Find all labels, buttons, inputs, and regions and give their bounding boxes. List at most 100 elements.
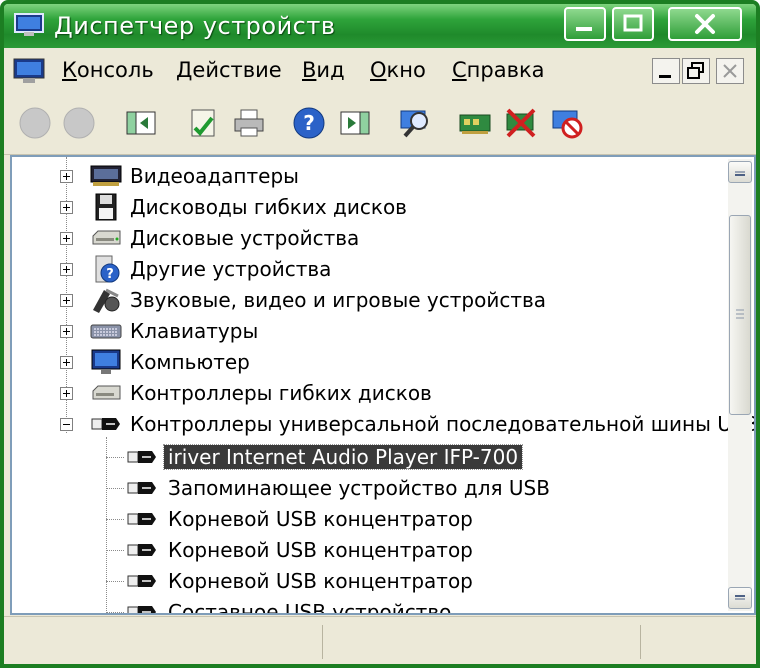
expand-toggle[interactable] <box>60 201 73 214</box>
close-icon <box>695 14 715 34</box>
tree-item-disk-drives[interactable]: Дисковые устройства <box>12 223 728 253</box>
toolbar: ? <box>4 92 756 155</box>
disk-drive-icon <box>92 230 121 245</box>
device-tree[interactable]: Видеоадаптеры Дисководы гибких дисков Ди… <box>10 155 756 615</box>
console-icon <box>13 58 45 83</box>
tree-item-usb-root-hub[interactable]: Корневой USB концентратор <box>12 535 728 565</box>
disable-device-icon[interactable] <box>504 106 538 140</box>
tree-item-computer[interactable]: Компьютер <box>12 347 728 377</box>
tree-item-other-devices[interactable]: ? Другие устройства <box>12 254 728 284</box>
menu-bar: Консоль Действие Вид Окно Справка <box>4 48 756 92</box>
show-hide-action-pane-icon[interactable] <box>338 106 372 140</box>
tree-item-label: iriver Internet Audio Player IFP-700 <box>162 444 524 470</box>
expand-toggle[interactable] <box>60 263 73 276</box>
scroll-down-button[interactable] <box>728 587 752 609</box>
tree-item-usb-composite[interactable]: Составное USB устройство <box>12 597 728 615</box>
grip-icon <box>736 309 744 319</box>
usb-device-icon <box>127 575 156 587</box>
menu-action[interactable]: Действие <box>176 58 282 82</box>
menu-view[interactable]: Вид <box>302 58 345 82</box>
expand-toggle[interactable] <box>60 232 73 245</box>
vertical-scrollbar[interactable] <box>728 159 752 611</box>
tree-item-label: Видеоадаптеры <box>130 164 299 188</box>
maximize-icon <box>623 14 643 32</box>
display-adapter-icon <box>90 165 122 186</box>
scroll-up-icon <box>735 171 745 176</box>
sound-video-icon <box>93 288 120 313</box>
tree-item-label: Контроллеры гибких дисков <box>130 381 432 405</box>
close-button[interactable] <box>668 7 742 41</box>
device-manager-window: Диспетчер устройств Консоль Действие Вид… <box>0 0 760 668</box>
tree-item-label: Запоминающее устройство для USB <box>168 476 550 500</box>
status-bar <box>4 616 756 664</box>
tree-item-iriver-player[interactable]: iriver Internet Audio Player IFP-700 <box>12 442 728 472</box>
expand-toggle[interactable] <box>60 356 73 369</box>
expand-toggle[interactable] <box>60 325 73 338</box>
scroll-up-button[interactable] <box>728 161 752 183</box>
restore-icon <box>687 62 704 79</box>
usb-device-icon <box>127 606 156 613</box>
computer-icon <box>91 349 121 374</box>
tree-item-label: Другие устройства <box>130 257 332 281</box>
update-driver-icon[interactable] <box>458 106 492 140</box>
help-icon[interactable]: ? <box>292 106 326 140</box>
tree-item-usb-storage[interactable]: Запоминающее устройство для USB <box>12 473 728 503</box>
menu-help[interactable]: Справка <box>452 58 545 82</box>
tree-item-usb-root-hub[interactable]: Корневой USB концентратор <box>12 504 728 534</box>
usb-device-icon <box>127 482 156 494</box>
tree-item-label: Звуковые, видео и игровые устройства <box>130 288 547 312</box>
show-hide-tree-icon[interactable] <box>124 106 158 140</box>
mdi-close-button[interactable] <box>716 58 744 84</box>
usb-device-icon <box>127 513 156 525</box>
tree-item-label: Корневой USB концентратор <box>168 507 473 531</box>
scan-hardware-icon[interactable] <box>398 106 432 140</box>
collapse-toggle[interactable] <box>60 418 73 431</box>
mdi-minimize-button[interactable] <box>652 58 680 84</box>
expand-toggle[interactable] <box>60 170 73 183</box>
tree-item-usb-root-hub[interactable]: Корневой USB концентратор <box>12 566 728 596</box>
usb-device-icon <box>127 451 156 463</box>
back-icon[interactable] <box>18 106 52 140</box>
minimize-icon <box>659 75 671 78</box>
svg-text:?: ? <box>303 111 315 135</box>
tree-item-label: Дисководы гибких дисков <box>130 195 407 219</box>
floppy-drive-icon <box>95 193 117 221</box>
other-devices-icon: ? <box>95 255 120 283</box>
forward-icon[interactable] <box>62 106 96 140</box>
svg-text:?: ? <box>106 267 114 282</box>
tree-item-floppy-drives[interactable]: Дисководы гибких дисков <box>12 192 728 222</box>
minimize-icon <box>576 27 592 31</box>
status-divider <box>640 625 641 659</box>
scroll-thumb[interactable] <box>729 215 751 415</box>
properties-icon[interactable] <box>186 106 220 140</box>
tree-item-keyboards[interactable]: Клавиатуры <box>12 316 728 346</box>
uninstall-device-icon[interactable] <box>550 106 584 140</box>
tree-item-label: Дисковые устройства <box>130 226 360 250</box>
tree-item-floppy-controllers[interactable]: Контроллеры гибких дисков <box>12 378 728 408</box>
print-icon[interactable] <box>232 106 266 140</box>
usb-controller-icon <box>91 418 120 430</box>
scroll-down-icon <box>735 595 745 600</box>
title-bar[interactable]: Диспетчер устройств <box>4 4 756 48</box>
menu-window[interactable]: Окно <box>370 58 426 82</box>
close-icon <box>723 64 737 78</box>
floppy-controller-icon <box>92 385 121 400</box>
window-title: Диспетчер устройств <box>54 12 336 40</box>
tree-item-label: Компьютер <box>130 350 250 374</box>
usb-device-icon <box>127 544 156 556</box>
tree-item-label: Контроллеры универсальной последовательн… <box>130 412 756 436</box>
minimize-button[interactable] <box>564 7 606 41</box>
menu-console[interactable]: Консоль <box>62 58 154 82</box>
expand-toggle[interactable] <box>60 387 73 400</box>
tree-item-label: Составное USB устройство <box>168 600 452 615</box>
tree-item-label: Клавиатуры <box>130 319 259 343</box>
tree-item-usb-controllers[interactable]: Контроллеры универсальной последовательн… <box>12 409 754 439</box>
maximize-button[interactable] <box>612 7 654 41</box>
device-manager-icon <box>14 13 44 36</box>
tree-item-label: Корневой USB концентратор <box>168 569 473 593</box>
expand-toggle[interactable] <box>60 294 73 307</box>
mdi-restore-button[interactable] <box>682 58 710 84</box>
tree-item-display-adapters[interactable]: Видеоадаптеры <box>12 161 728 191</box>
keyboard-icon <box>90 324 122 339</box>
tree-item-sound-video-game[interactable]: Звуковые, видео и игровые устройства <box>12 285 728 315</box>
